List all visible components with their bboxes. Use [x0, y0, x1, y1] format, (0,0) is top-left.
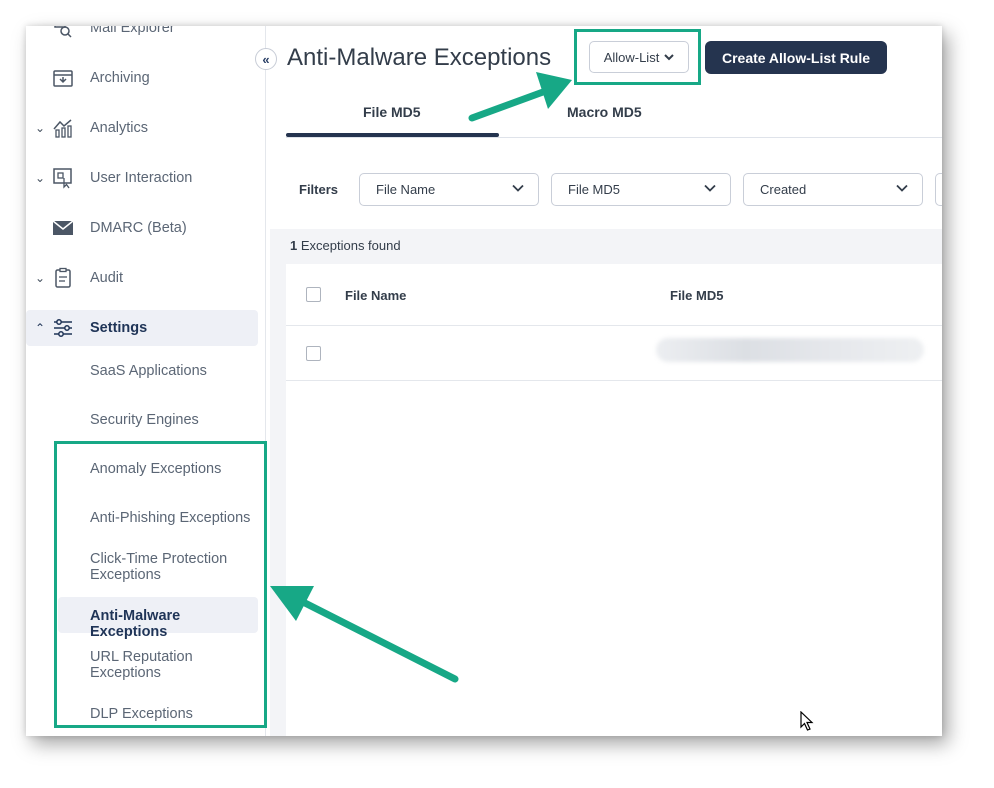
- create-allow-list-rule-button[interactable]: Create Allow-List Rule: [705, 41, 887, 74]
- chevron-down-icon: [896, 184, 908, 192]
- mouse-cursor-icon: [800, 711, 814, 731]
- archive-icon: [53, 70, 73, 87]
- table-row[interactable]: [286, 326, 942, 381]
- chevron-down-icon: [512, 184, 524, 192]
- main-content: Anti-Malware Exceptions Allow-List Creat…: [267, 26, 942, 736]
- tab-macro-md5[interactable]: Macro MD5: [567, 104, 642, 120]
- analytics-icon: [53, 119, 72, 138]
- sidebar-subitem-security-engines[interactable]: Security Engines: [90, 412, 260, 428]
- sidebar-item-audit[interactable]: ⌄ Audit: [26, 260, 258, 296]
- clipboard-icon: [55, 267, 71, 288]
- table-header: File Name File MD5: [286, 264, 942, 326]
- envelope-icon: [52, 220, 74, 235]
- sidebar-item-user-interaction[interactable]: ⌄ User Interaction: [26, 160, 258, 196]
- filters-label: Filters: [299, 182, 339, 197]
- sidebar-item-label: DMARC (Beta): [90, 220, 187, 236]
- tab-file-md5[interactable]: File MD5: [363, 104, 421, 120]
- chevron-down-icon[interactable]: ⌄: [34, 171, 46, 185]
- results-count-number: 1: [290, 238, 298, 253]
- row-checkbox[interactable]: [306, 346, 321, 361]
- chevron-up-icon[interactable]: ⌃: [34, 321, 46, 335]
- filter-select-label: File MD5: [568, 182, 621, 197]
- sidebar-item-label: Audit: [90, 270, 124, 286]
- double-chevron-left-icon: «: [262, 51, 270, 67]
- filter-select-label: Created: [760, 182, 807, 197]
- cell-file-md5-redacted: [656, 338, 924, 362]
- active-tab-indicator: [286, 133, 499, 137]
- sidebar-item-label: Settings: [90, 320, 148, 336]
- sidebar-subitem-saas-applications[interactable]: SaaS Applications: [90, 363, 260, 379]
- annotation-highlight-allow-list: [574, 29, 701, 85]
- sidebar-item-mail-explorer[interactable]: Mail Explorer: [26, 26, 258, 46]
- column-header-file-md5[interactable]: File MD5: [670, 288, 723, 303]
- annotation-highlight-exceptions-menu: [54, 441, 267, 728]
- mail-search-icon: [54, 26, 72, 38]
- collapse-sidebar-button[interactable]: «: [255, 48, 277, 70]
- sidebar-item-dmarc[interactable]: DMARC (Beta): [26, 210, 258, 246]
- chevron-down-icon[interactable]: ⌄: [34, 271, 46, 285]
- filter-file-name-select[interactable]: File Name: [359, 173, 539, 206]
- sidebar-item-label: User Interaction: [90, 170, 193, 186]
- sliders-icon: [54, 319, 72, 337]
- results-count: 1 Exceptions found: [290, 238, 401, 253]
- filter-file-md5-select[interactable]: File MD5: [551, 173, 731, 206]
- exceptions-table: File Name File MD5: [286, 264, 942, 736]
- filter-select-label: File Name: [376, 182, 436, 197]
- sidebar-item-label: Analytics: [90, 120, 149, 136]
- sidebar-item-archiving[interactable]: Archiving: [26, 60, 258, 96]
- filter-created-select[interactable]: Created: [743, 173, 923, 206]
- sidebar-item-label: Mail Explorer: [90, 26, 175, 36]
- user-interaction-icon: [53, 168, 72, 189]
- filter-select-overflow[interactable]: [935, 173, 942, 206]
- page-title: Anti-Malware Exceptions: [287, 44, 552, 71]
- column-header-file-name[interactable]: File Name: [345, 288, 406, 303]
- sidebar-item-label: Archiving: [90, 70, 150, 86]
- results-count-suffix: Exceptions found: [300, 238, 401, 253]
- chevron-down-icon[interactable]: ⌄: [34, 121, 46, 135]
- sidebar-item-analytics[interactable]: ⌄ Analytics: [26, 110, 258, 146]
- tab-divider: [286, 137, 942, 138]
- select-all-checkbox[interactable]: [306, 287, 321, 302]
- chevron-down-icon: [704, 184, 716, 192]
- sidebar-item-settings[interactable]: ⌃ Settings: [26, 310, 258, 346]
